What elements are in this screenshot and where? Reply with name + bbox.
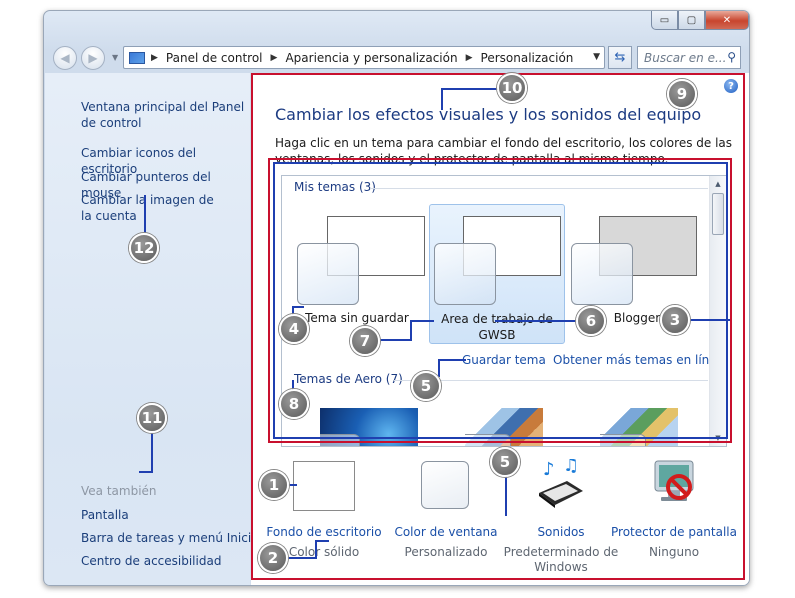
connector-line bbox=[410, 320, 412, 341]
callout-badge: 8 bbox=[279, 389, 309, 419]
see-also-heading: Vea también bbox=[81, 484, 157, 498]
search-input[interactable]: Buscar en e... ⚲ bbox=[637, 46, 741, 69]
connector-line bbox=[315, 540, 317, 559]
callout-badge: 12 bbox=[129, 233, 159, 263]
recent-pages-dropdown-icon[interactable]: ▼ bbox=[112, 53, 118, 62]
close-button[interactable]: ✕ bbox=[705, 11, 749, 30]
breadcrumb-personalization[interactable]: Personalización bbox=[481, 51, 574, 65]
connector-line bbox=[441, 88, 499, 90]
address-bar[interactable]: ▶ Panel de control ▶ Apariencia y person… bbox=[123, 46, 605, 69]
forward-button[interactable]: ▶ bbox=[81, 46, 105, 70]
sidebar-link-accessibility[interactable]: Centro de accesibilidad bbox=[81, 553, 261, 569]
sidebar-link-control-panel-home[interactable]: Ventana principal del Panel de control bbox=[81, 99, 251, 131]
connector-line bbox=[380, 339, 410, 341]
back-button[interactable]: ◀ bbox=[53, 46, 77, 70]
breadcrumb-appearance[interactable]: Apariencia y personalización bbox=[285, 51, 457, 65]
search-placeholder: Buscar en e... bbox=[644, 51, 727, 65]
callout-badge: 5 bbox=[411, 371, 441, 401]
maximize-button[interactable]: ▢ bbox=[678, 11, 705, 30]
sidebar: Ventana principal del Panel de control C… bbox=[45, 73, 259, 585]
callout-badge: 11 bbox=[137, 403, 167, 433]
connector-line bbox=[139, 471, 153, 473]
callout-badge: 10 bbox=[497, 73, 527, 103]
connector-line bbox=[292, 306, 304, 308]
search-icon[interactable]: ⚲ bbox=[727, 50, 736, 64]
annotation-gallery-inner-frame bbox=[273, 162, 728, 439]
connector-line bbox=[287, 557, 315, 559]
back-arrow-icon: ◀ bbox=[60, 51, 70, 65]
callout-badge: 6 bbox=[576, 306, 606, 336]
callout-badge: 5 bbox=[490, 447, 520, 477]
callout-badge: 7 bbox=[350, 326, 380, 356]
chevron-right-icon[interactable]: ▶ bbox=[151, 53, 158, 63]
connector-line bbox=[410, 320, 434, 322]
callout-badge: 3 bbox=[660, 305, 690, 335]
callout-badge: 9 bbox=[667, 79, 697, 109]
sidebar-link-account-picture[interactable]: Cambiar la imagen de la cuenta bbox=[81, 192, 221, 224]
connector-line bbox=[441, 88, 443, 110]
sidebar-link-display[interactable]: Pantalla bbox=[81, 507, 251, 523]
callout-badge: 4 bbox=[279, 314, 309, 344]
control-panel-icon bbox=[129, 51, 145, 64]
chevron-right-icon[interactable]: ▶ bbox=[271, 53, 278, 63]
connector-line bbox=[438, 359, 466, 361]
connector-line bbox=[438, 359, 440, 377]
chevron-right-icon[interactable]: ▶ bbox=[466, 53, 473, 63]
breadcrumb-control-panel[interactable]: Panel de control bbox=[166, 51, 263, 65]
sidebar-link-taskbar[interactable]: Barra de tareas y menú Inicio bbox=[81, 530, 261, 546]
window-controls: ▭ ▢ ✕ bbox=[651, 11, 749, 30]
forward-arrow-icon: ▶ bbox=[88, 51, 98, 65]
connector-line bbox=[505, 472, 507, 516]
connector-line bbox=[151, 430, 153, 472]
callout-badge: 2 bbox=[258, 543, 288, 573]
minimize-button[interactable]: ▭ bbox=[651, 11, 678, 30]
connector-line bbox=[144, 195, 146, 233]
callout-badge: 1 bbox=[259, 470, 289, 500]
refresh-icon: ⇆ bbox=[614, 50, 626, 65]
chevron-down-icon[interactable]: ▼ bbox=[593, 52, 600, 62]
navigation-bar: ◀ ▶ ▼ ▶ Panel de control ▶ Apariencia y … bbox=[44, 43, 749, 73]
connector-line bbox=[315, 540, 329, 542]
connector-line bbox=[690, 319, 730, 321]
connector-line bbox=[495, 320, 577, 322]
refresh-button[interactable]: ⇆ bbox=[608, 46, 632, 69]
